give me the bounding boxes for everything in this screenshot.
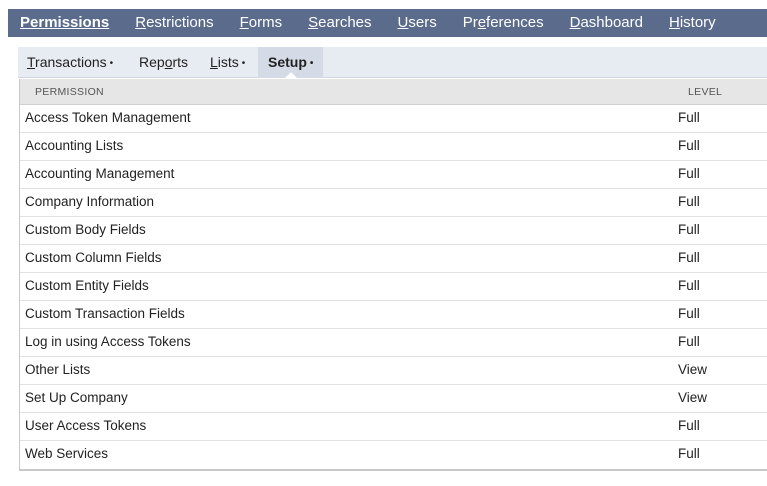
tab-dashboard[interactable]: Dashboard [570, 9, 643, 37]
tab-preferences-label-rest: ferences [486, 14, 544, 31]
table-row[interactable]: Access Token Management Full [20, 105, 767, 133]
tab-preferences-label-first: Pr [462, 14, 478, 31]
tab-dashboard-label-rest: ashboard [580, 14, 643, 31]
subtab-setup[interactable]: Setup • [258, 47, 324, 79]
table-row[interactable]: Custom Entity Fields Full [20, 273, 767, 301]
permission-level: Full [678, 418, 700, 433]
permission-level: Full [678, 222, 700, 237]
permission-name: User Access Tokens [25, 418, 147, 433]
tab-dashboard-label-first: D [569, 14, 581, 31]
tab-searches-label-first: S [308, 14, 319, 31]
permission-level: Full [678, 138, 700, 153]
tab-forms-label-rest: orms [248, 14, 283, 31]
subtab-setup-dot: • [309, 58, 314, 69]
tab-permissions-label-rest: ermissions [30, 14, 110, 31]
permission-name: Other Lists [25, 362, 91, 377]
permission-level: Full [678, 446, 700, 461]
tab-searches-label-rest: earches [318, 14, 372, 31]
sub-tab-bar: Transactions • Reports Lists • Setup • [18, 47, 767, 79]
subtab-setup-label: Setup [268, 54, 307, 70]
permission-level: Full [678, 250, 700, 265]
permission-name: Log in using Access Tokens [25, 334, 191, 349]
permission-name: Set Up Company [25, 390, 128, 405]
tab-permissions[interactable]: Permissions [20, 9, 109, 37]
subtab-lists-label-rest: ists [217, 54, 239, 70]
permission-name: Custom Body Fields [25, 222, 146, 237]
tab-users-label-rest: sers [408, 14, 437, 31]
subtab-reports-label-rest: rts [172, 54, 189, 70]
table-row[interactable]: Log in using Access Tokens Full [20, 329, 767, 357]
tab-preferences[interactable]: Preferences [463, 9, 544, 37]
subtab-lists-dot: • [241, 58, 246, 69]
tab-restrictions[interactable]: Restrictions [135, 9, 213, 37]
tab-searches[interactable]: Searches [308, 9, 371, 37]
table-row[interactable]: Custom Column Fields Full [20, 245, 767, 273]
permission-name: Company Information [25, 194, 155, 209]
table-row[interactable]: Accounting Lists Full [20, 133, 767, 161]
subtab-transactions-dot: • [109, 58, 114, 69]
tab-restrictions-label-rest: estrictions [146, 14, 214, 31]
column-header-level[interactable]: LEVEL [688, 79, 722, 105]
subtab-reports[interactable]: Reports [139, 47, 188, 78]
permission-level: View [678, 390, 708, 405]
subtab-transactions-label-rest: ransactions [35, 54, 107, 70]
permission-level: Full [678, 334, 700, 349]
tab-history[interactable]: History [669, 9, 716, 37]
table-row[interactable]: Other Lists View [20, 357, 767, 385]
table-header: PERMISSION LEVEL [20, 79, 767, 105]
subtab-transactions-label-first: T [27, 54, 36, 70]
permission-name: Access Token Management [25, 110, 191, 125]
tab-history-label-first: H [669, 14, 680, 31]
subtab-transactions[interactable]: Transactions • [27, 47, 113, 78]
table-row[interactable]: Web Services Full [20, 441, 767, 469]
tab-forms[interactable]: Forms [240, 9, 283, 37]
permission-level: Full [678, 110, 700, 125]
tab-history-label-rest: istory [679, 14, 716, 31]
table-row[interactable]: Set Up Company View [20, 385, 767, 413]
permissions-table: PERMISSION LEVEL Access Token Management… [19, 79, 767, 471]
table-row[interactable]: User Access Tokens Full [20, 413, 767, 441]
tab-preferences-label-mid: e [477, 14, 487, 31]
subtab-reports-label-pre: Rep [139, 54, 165, 70]
tab-users[interactable]: Users [398, 9, 437, 37]
table-row[interactable]: Company Information Full [20, 189, 767, 217]
permission-name: Accounting Management [25, 166, 175, 181]
table-row[interactable]: Custom Body Fields Full [20, 217, 767, 245]
page: Permissions Restrictions Forms Searches … [0, 0, 767, 486]
column-header-permission[interactable]: PERMISSION [35, 79, 104, 105]
permission-level: View [678, 362, 708, 377]
tab-users-label-first: U [397, 14, 409, 31]
table-row[interactable]: Accounting Management Full [20, 161, 767, 189]
subtab-lists[interactable]: Lists • [210, 47, 245, 78]
permission-name: Web Services [25, 446, 109, 461]
permission-level: Full [678, 306, 700, 321]
table-row[interactable]: Custom Transaction Fields Full [20, 301, 767, 329]
permission-name: Custom Transaction Fields [25, 306, 185, 321]
permission-name: Custom Entity Fields [25, 278, 149, 293]
permission-name: Accounting Lists [25, 138, 124, 153]
permission-level: Full [678, 166, 700, 181]
permission-name: Custom Column Fields [25, 250, 162, 265]
permission-level: Full [678, 278, 700, 293]
tab-restrictions-label-first: R [135, 14, 147, 31]
tab-permissions-label-first: P [20, 14, 31, 31]
subtab-lists-label-first: L [210, 54, 218, 70]
tab-forms-label-first: F [239, 14, 249, 31]
main-tab-bar: Permissions Restrictions Forms Searches … [8, 9, 767, 37]
permission-level: Full [678, 194, 700, 209]
